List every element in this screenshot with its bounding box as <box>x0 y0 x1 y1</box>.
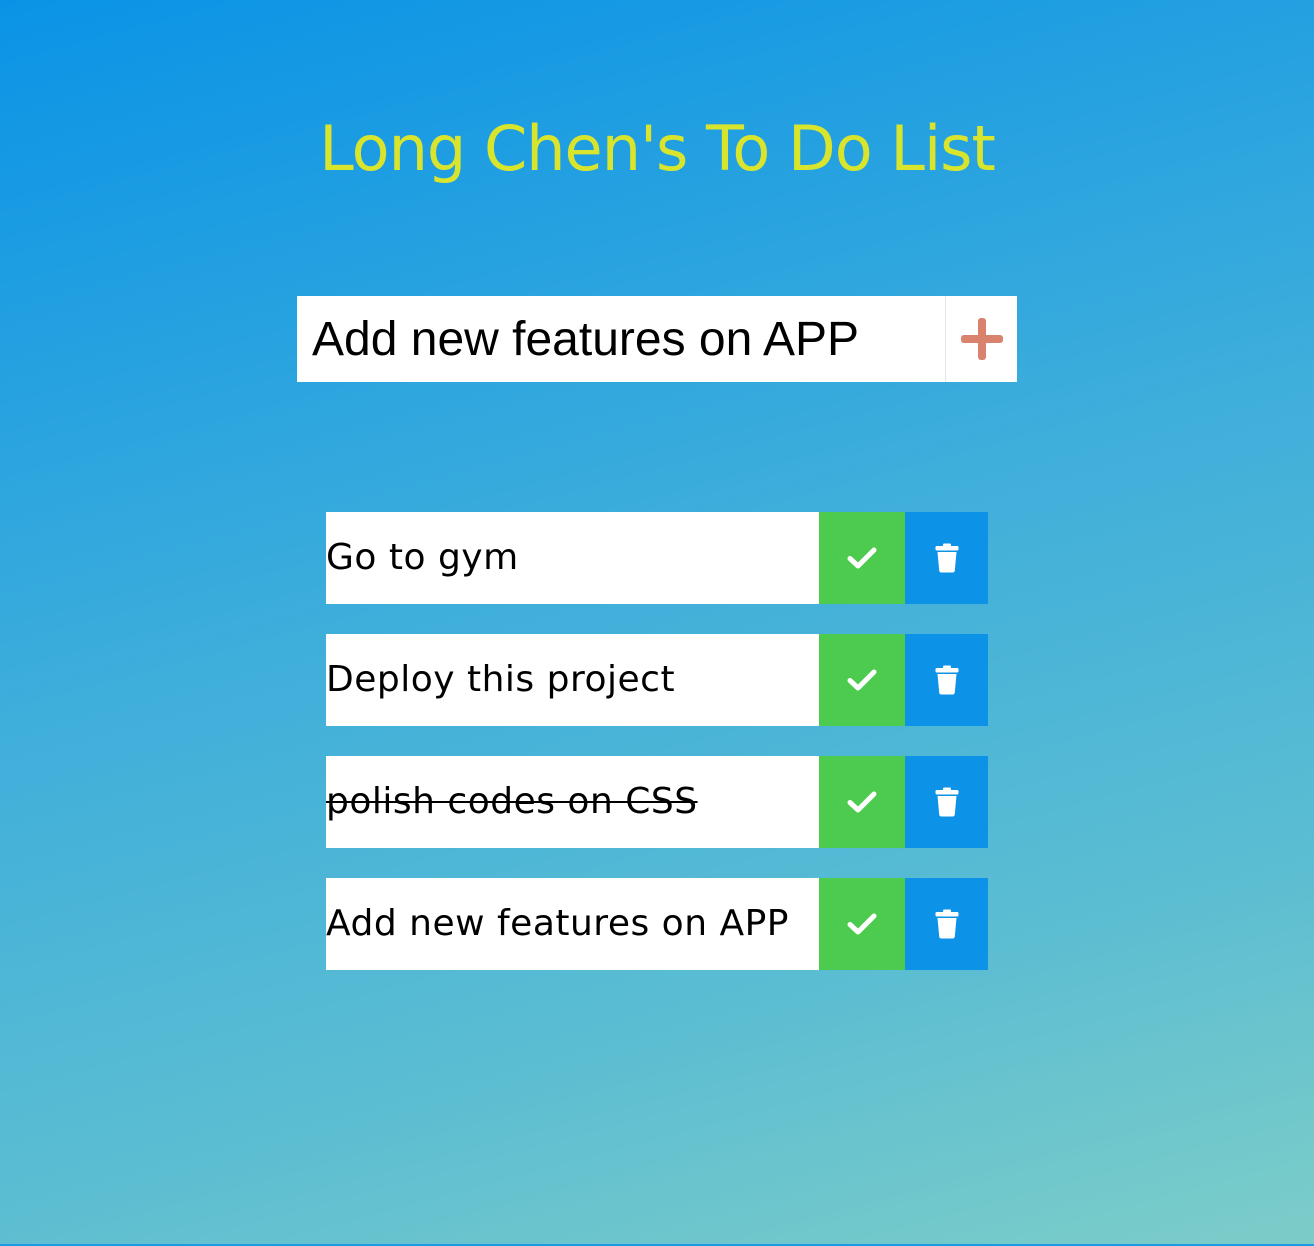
todo-input[interactable] <box>297 296 945 382</box>
todo-text: Add new features on APP <box>326 903 789 944</box>
check-icon <box>847 669 877 691</box>
complete-button[interactable] <box>819 756 905 848</box>
delete-button[interactable] <box>905 512 988 604</box>
trash-icon <box>935 543 958 573</box>
page-title: Long Chen's To Do List <box>319 112 996 185</box>
add-todo-button[interactable] <box>945 296 1017 382</box>
delete-button[interactable] <box>905 756 988 848</box>
delete-button[interactable] <box>905 634 988 726</box>
todo-text-completed: polish codes on CSS <box>326 781 698 822</box>
todo-item: polish codes on CSS <box>326 756 988 848</box>
todo-item: Add new features on APP <box>326 878 988 970</box>
delete-button[interactable] <box>905 878 988 970</box>
trash-icon <box>935 787 958 817</box>
todo-item: Go to gym <box>326 512 988 604</box>
todo-text: Go to gym <box>326 537 519 578</box>
add-todo-form <box>297 296 1017 382</box>
trash-icon <box>935 665 958 695</box>
complete-button[interactable] <box>819 878 905 970</box>
todo-list: Go to gym Deploy this project polish cod… <box>326 512 988 1000</box>
check-icon <box>847 913 877 935</box>
todo-item: Deploy this project <box>326 634 988 726</box>
complete-button[interactable] <box>819 512 905 604</box>
plus-icon <box>960 318 1003 360</box>
trash-icon <box>935 909 958 939</box>
check-icon <box>847 791 877 813</box>
check-icon <box>847 547 877 569</box>
todo-text: Deploy this project <box>326 659 676 700</box>
complete-button[interactable] <box>819 634 905 726</box>
